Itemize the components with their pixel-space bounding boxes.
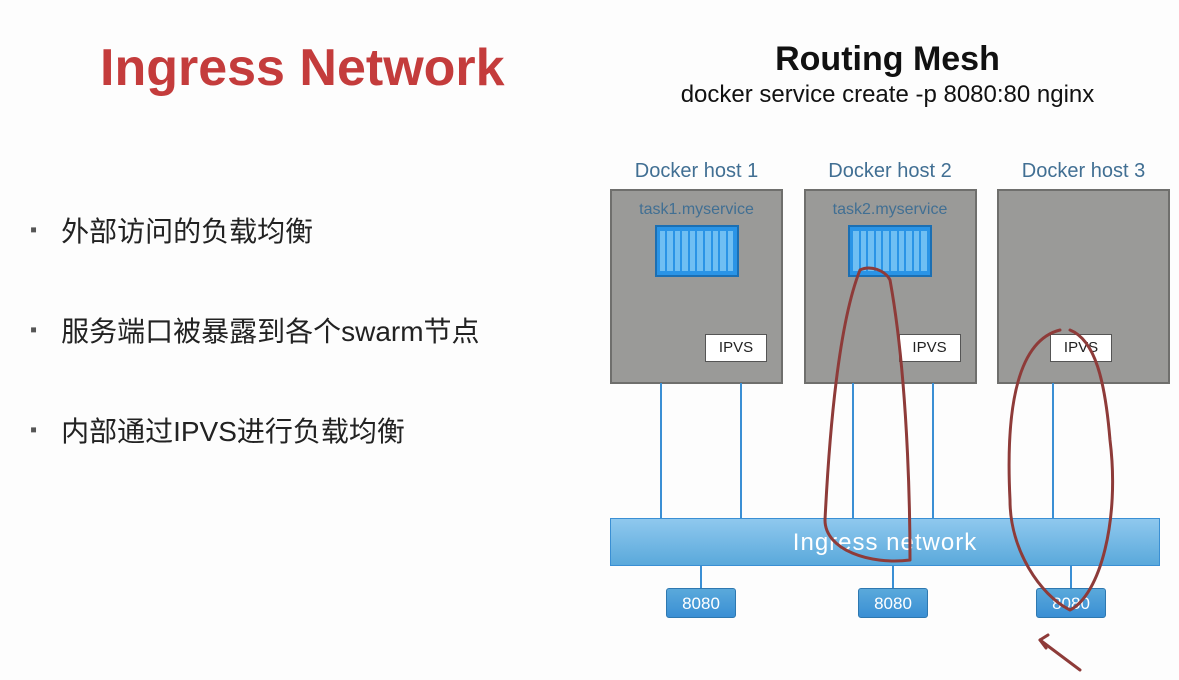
connector-line [852, 383, 854, 525]
ipvs-box: IPVS [705, 334, 767, 362]
bullet-item: 内部通过IPVS进行负载均衡 [30, 410, 590, 450]
bullet-text: 内部通过IPVS进行负载均衡 [61, 410, 405, 450]
connector-line [1052, 383, 1054, 525]
docker-host-2: Docker host 2 task2.myservice IPVS [804, 160, 977, 410]
ipvs-box: IPVS [899, 334, 961, 362]
slide-title: Ingress Network [100, 38, 505, 98]
bullet-item: 服务端口被暴露到各个swarm节点 [30, 310, 590, 350]
diagram: Routing Mesh docker service create -p 80… [610, 40, 1165, 650]
port-box: 8080 [666, 588, 736, 618]
docker-host-3: Docker host 3 IPVS [997, 160, 1170, 410]
bullet-item: 外部访问的负载均衡 [30, 210, 590, 250]
diagram-title: Routing Mesh [610, 40, 1165, 79]
connector-line [932, 383, 934, 525]
ingress-network-bar: Ingress network [610, 518, 1160, 566]
connector-line [740, 383, 742, 525]
diagram-subtitle: docker service create -p 8080:80 nginx [610, 81, 1165, 109]
bullet-text: 外部访问的负载均衡 [61, 210, 313, 250]
container-icon [655, 225, 739, 277]
docker-host-1: Docker host 1 task1.myservice IPVS [610, 160, 783, 410]
task-label: task2.myservice [806, 201, 975, 219]
host-label: Docker host 1 [610, 160, 783, 183]
bullet-text: 服务端口被暴露到各个swarm节点 [61, 310, 479, 350]
bullet-list: 外部访问的负载均衡 服务端口被暴露到各个swarm节点 内部通过IPVS进行负载… [30, 210, 590, 510]
port-box: 8080 [1036, 588, 1106, 618]
container-icon [848, 225, 932, 277]
task-label: task1.myservice [612, 201, 781, 219]
connector-line [660, 383, 662, 525]
host-label: Docker host 2 [804, 160, 977, 183]
host-label: Docker host 3 [997, 160, 1170, 183]
port-box: 8080 [858, 588, 928, 618]
ipvs-box: IPVS [1050, 334, 1112, 362]
